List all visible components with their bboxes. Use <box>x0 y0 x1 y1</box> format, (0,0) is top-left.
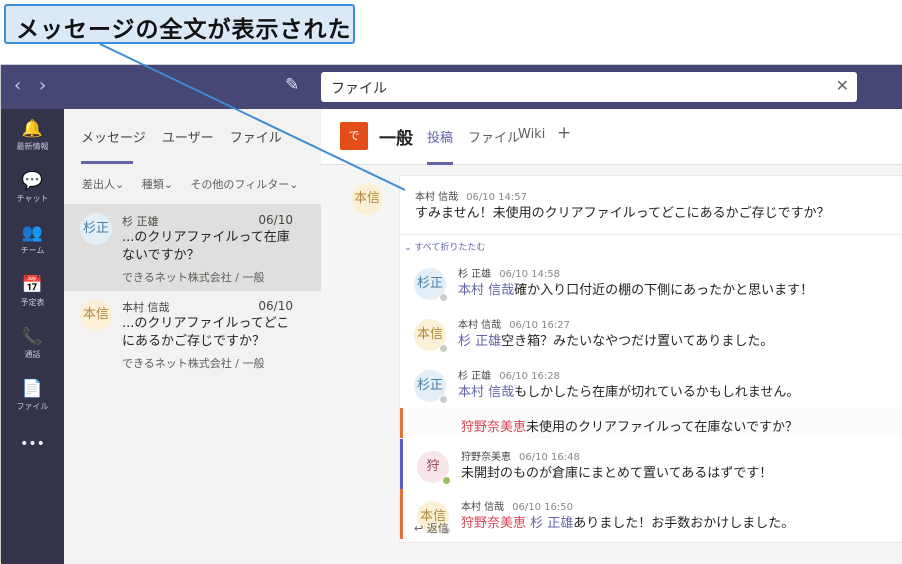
callout-pointer-line <box>99 43 406 191</box>
